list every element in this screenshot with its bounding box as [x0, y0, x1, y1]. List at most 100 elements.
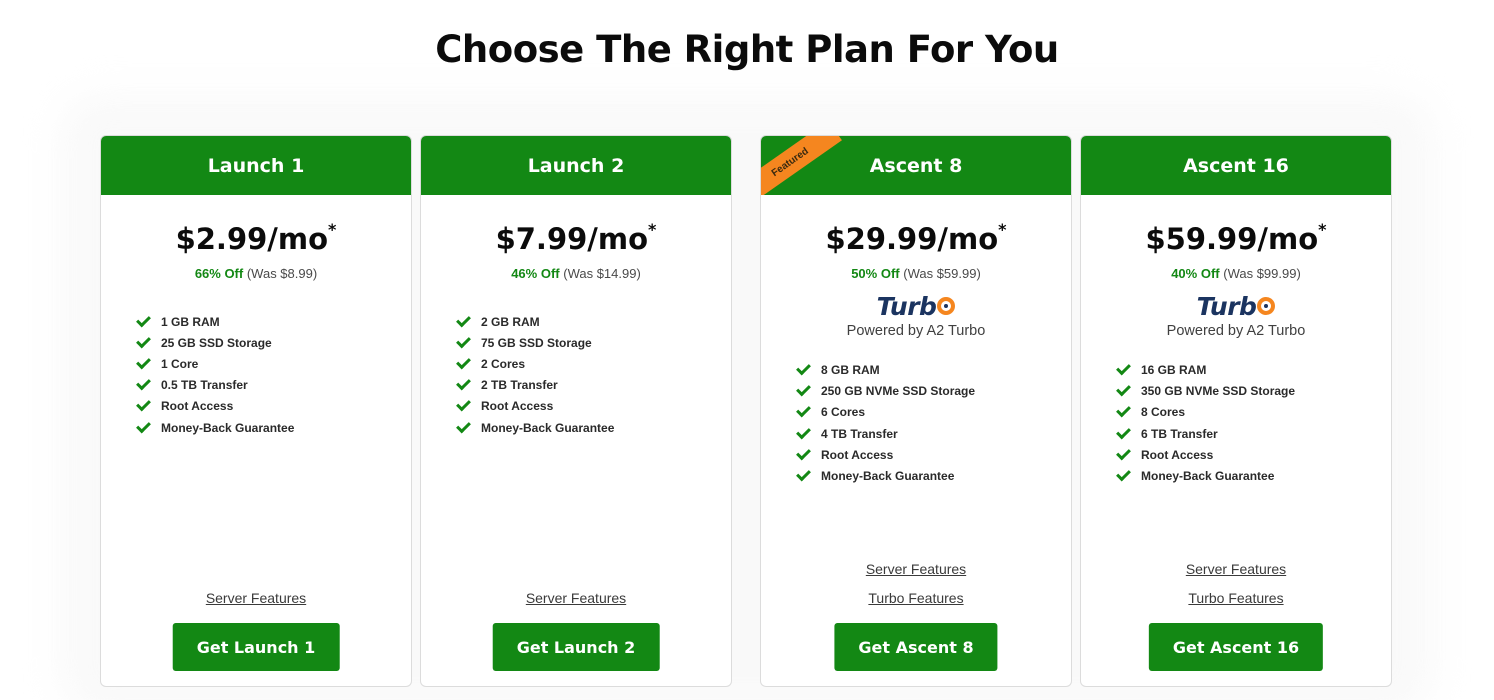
turbo-gauge-icon	[937, 297, 956, 315]
server-features-link[interactable]: Server Features	[421, 589, 731, 618]
feature-list: 8 GB RAM 250 GB NVMe SSD Storage 6 Cores…	[796, 360, 1071, 487]
turbo-gauge-icon	[1257, 297, 1276, 315]
plan-card-launch-2: Launch 2 $7.99/mo* 46% Off (Was $14.99) …	[420, 135, 732, 687]
plan-discount: 46% Off (Was $14.99)	[421, 266, 731, 281]
check-icon	[456, 354, 471, 370]
get-ascent-8-button[interactable]: Get Ascent 8	[834, 623, 998, 671]
feature-list: 16 GB RAM 350 GB NVMe SSD Storage 8 Core…	[1116, 360, 1391, 487]
check-icon	[136, 312, 151, 328]
check-icon	[796, 466, 811, 482]
turbo-badge: Turb Powered by A2 Turbo	[761, 292, 1071, 339]
check-icon	[136, 354, 151, 370]
feature-item: 350 GB NVMe SSD Storage	[1116, 381, 1391, 402]
check-icon	[456, 312, 471, 328]
check-icon	[136, 418, 151, 433]
turbo-features-link[interactable]: Turbo Features	[1081, 589, 1391, 618]
plan-name: Launch 2	[421, 136, 731, 195]
feature-item: Root Access	[1116, 444, 1391, 465]
feature-item: 8 Cores	[1116, 402, 1391, 423]
check-icon	[1116, 360, 1131, 376]
server-features-link[interactable]: Server Features	[761, 560, 1071, 589]
check-icon	[1116, 403, 1131, 418]
feature-item: 0.5 TB Transfer	[136, 375, 411, 396]
check-icon	[456, 333, 471, 349]
check-icon	[136, 396, 151, 412]
plan-price: $2.99/mo*	[175, 220, 337, 256]
plan-discount: 50% Off (Was $59.99)	[761, 266, 1071, 281]
check-icon	[796, 424, 811, 440]
page-title: Choose The Right Plan For You	[435, 28, 1059, 71]
check-icon	[136, 375, 151, 391]
discount-percent: 50% Off	[851, 266, 900, 281]
check-icon	[796, 403, 811, 418]
plan-header: Featured Ascent 8	[761, 136, 1071, 195]
turbo-logo: Turb	[1197, 292, 1276, 321]
check-icon	[796, 360, 811, 376]
feature-item: 2 TB Transfer	[456, 375, 731, 396]
plan-name: Ascent 8	[869, 154, 963, 177]
check-icon	[1116, 381, 1131, 397]
feature-item: Money-Back Guarantee	[456, 417, 731, 438]
feature-item: 25 GB SSD Storage	[136, 332, 411, 353]
original-price: (Was $14.99)	[563, 266, 641, 281]
feature-list: 2 GB RAM 75 GB SSD Storage 2 Cores 2 TB …	[456, 311, 731, 438]
plan-card-launch-1: Launch 1 $2.99/mo* 66% Off (Was $8.99) 1…	[100, 135, 412, 687]
server-features-link[interactable]: Server Features	[1081, 560, 1391, 589]
feature-item: 2 Cores	[456, 353, 731, 374]
check-icon	[456, 375, 471, 391]
plan-discount: 66% Off (Was $8.99)	[101, 266, 411, 281]
discount-percent: 66% Off	[194, 266, 244, 281]
feature-item: Money-Back Guarantee	[1116, 465, 1391, 486]
plan-links: Server Features Turbo Features	[1081, 560, 1391, 618]
turbo-caption: Powered by A2 Turbo	[1166, 322, 1306, 339]
check-icon	[1116, 466, 1131, 482]
feature-item: 6 Cores	[796, 402, 1071, 423]
plan-name: Launch 1	[101, 136, 411, 195]
pricing-page: Choose The Right Plan For You Launch 1 $…	[0, 0, 1494, 700]
check-icon	[456, 418, 471, 433]
feature-item: 4 TB Transfer	[796, 423, 1071, 444]
feature-item: 1 GB RAM	[136, 311, 411, 332]
turbo-badge: Turb Powered by A2 Turbo	[1081, 292, 1391, 339]
get-launch-2-button[interactable]: Get Launch 2	[492, 623, 660, 671]
plan-price: $29.99/mo*	[825, 220, 1007, 256]
feature-item: 75 GB SSD Storage	[456, 332, 731, 353]
check-icon	[796, 445, 811, 461]
server-features-link[interactable]: Server Features	[101, 589, 411, 618]
feature-item: 2 GB RAM	[456, 311, 731, 332]
original-price: (Was $99.99)	[1223, 266, 1301, 281]
plan-cards: Launch 1 $2.99/mo* 66% Off (Was $8.99) 1…	[0, 135, 1494, 700]
original-price: (Was $8.99)	[246, 266, 318, 281]
get-launch-1-button[interactable]: Get Launch 1	[172, 623, 340, 671]
plan-links: Server Features	[101, 589, 411, 618]
feature-item: Root Access	[796, 444, 1071, 465]
turbo-features-link[interactable]: Turbo Features	[761, 589, 1071, 618]
feature-item: 16 GB RAM	[1116, 360, 1391, 381]
feature-item: Root Access	[456, 396, 731, 417]
feature-item: 1 Core	[136, 353, 411, 374]
turbo-caption: Powered by A2 Turbo	[846, 322, 986, 339]
original-price: (Was $59.99)	[903, 266, 981, 281]
feature-list: 1 GB RAM 25 GB SSD Storage 1 Core 0.5 TB…	[136, 311, 411, 438]
plan-name: Ascent 16	[1081, 136, 1391, 195]
plan-links: Server Features Turbo Features	[761, 560, 1071, 618]
feature-item: Root Access	[136, 396, 411, 417]
check-icon	[796, 381, 811, 397]
turbo-logo: Turb	[877, 292, 956, 321]
plan-discount: 40% Off (Was $99.99)	[1081, 266, 1391, 281]
plan-links: Server Features	[421, 589, 731, 618]
plan-card-ascent-8: Featured Ascent 8 $29.99/mo* 50% Off (Wa…	[760, 135, 1072, 687]
check-icon	[1116, 445, 1131, 461]
plan-card-ascent-16: Ascent 16 $59.99/mo* 40% Off (Was $99.99…	[1080, 135, 1392, 687]
feature-item: Money-Back Guarantee	[136, 417, 411, 438]
feature-item: Money-Back Guarantee	[796, 465, 1071, 486]
discount-percent: 40% Off	[1171, 266, 1220, 281]
plan-price: $59.99/mo*	[1145, 220, 1327, 256]
check-icon	[456, 396, 471, 412]
check-icon	[136, 333, 151, 349]
get-ascent-16-button[interactable]: Get Ascent 16	[1148, 623, 1324, 671]
plan-price: $7.99/mo*	[495, 220, 657, 256]
featured-ribbon: Featured	[761, 136, 842, 195]
feature-item: 8 GB RAM	[796, 360, 1071, 381]
check-icon	[1116, 424, 1131, 440]
